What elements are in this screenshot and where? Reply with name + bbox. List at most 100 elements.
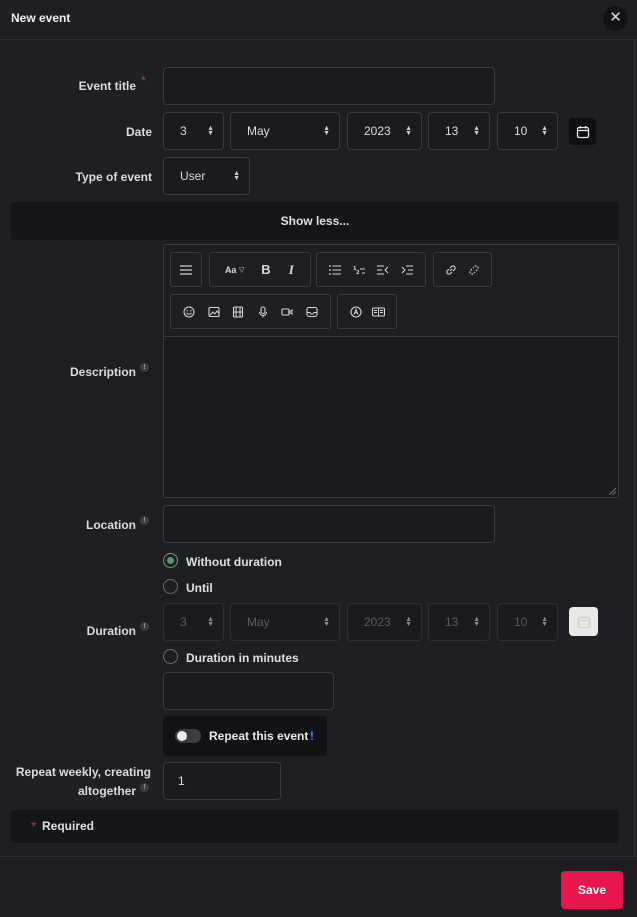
location-label: Location xyxy=(86,518,136,532)
menu-icon[interactable] xyxy=(177,261,195,279)
image-icon[interactable] xyxy=(205,303,223,321)
indent-icon[interactable] xyxy=(398,261,416,279)
type-of-event-label: Type of event xyxy=(75,170,152,184)
updown-caret-icon: ▲ ▼ xyxy=(473,125,480,137)
until-radio[interactable] xyxy=(163,579,178,594)
film-icon[interactable] xyxy=(229,303,247,321)
description-textarea[interactable] xyxy=(164,337,618,497)
until-label: Until xyxy=(186,581,213,595)
event-title-input[interactable] xyxy=(163,67,495,105)
repeat-event-box: Repeat this event ! xyxy=(163,716,327,756)
updown-caret-icon: ▲ ▼ xyxy=(207,616,214,628)
info-icon[interactable]: ! xyxy=(310,729,314,743)
toolbar-group-toggle xyxy=(170,252,202,287)
until-year-select[interactable]: 2023 ▲ ▼ xyxy=(347,603,422,641)
bold-icon[interactable]: B xyxy=(257,261,275,279)
html-icon[interactable] xyxy=(370,303,388,321)
calendar-icon xyxy=(577,616,590,628)
updown-caret-icon: ▲ ▼ xyxy=(323,125,330,137)
unordered-list-icon[interactable] xyxy=(326,261,344,279)
until-day-select[interactable]: 3 ▲ ▼ xyxy=(163,603,224,641)
show-less-button[interactable]: Show less... xyxy=(11,202,619,240)
date-hour-select[interactable]: 13 ▲ ▼ xyxy=(428,112,490,150)
toolbar-group-lists: 12 xyxy=(316,252,426,287)
date-minute-select[interactable]: 10 ▲ ▼ xyxy=(497,112,558,150)
updown-caret-icon: ▲ ▼ xyxy=(473,616,480,628)
editor-toolbar: Aa ▽ B I 12 xyxy=(164,245,618,337)
until-hour-value: 13 xyxy=(445,615,459,629)
until-minute-select[interactable]: 10 ▲ ▼ xyxy=(497,603,558,641)
date-hour-value: 13 xyxy=(445,124,459,138)
close-button[interactable]: ✕ xyxy=(603,6,628,31)
duration-minutes-radio[interactable] xyxy=(163,649,178,664)
info-icon[interactable]: ! xyxy=(140,622,149,631)
description-editor: Aa ▽ B I 12 xyxy=(163,244,619,498)
calendar-icon xyxy=(576,125,589,138)
until-year-value: 2023 xyxy=(364,615,391,629)
duration-minutes-label: Duration in minutes xyxy=(186,651,299,665)
until-month-select[interactable]: May ▲ ▼ xyxy=(230,603,340,641)
toolbar-group-tools xyxy=(337,294,397,329)
dialog-footer: Save xyxy=(0,856,637,917)
date-day-select[interactable]: 3 ▲ ▼ xyxy=(163,112,224,150)
svg-text:2: 2 xyxy=(356,270,360,275)
repeat-weekly-label-line1: Repeat weekly, creating xyxy=(15,765,151,779)
show-less-label: Show less... xyxy=(280,214,350,228)
updown-caret-icon: ▲ ▼ xyxy=(405,125,412,137)
until-calendar-button[interactable] xyxy=(569,607,598,636)
toolbar-group-text: Aa ▽ B I xyxy=(209,252,311,287)
until-month-value: May xyxy=(247,615,270,629)
required-note-text: Required xyxy=(42,819,95,833)
microphone-icon[interactable] xyxy=(254,303,272,321)
italic-icon[interactable]: I xyxy=(282,261,300,279)
info-icon[interactable]: ! xyxy=(140,783,149,792)
without-duration-radio[interactable] xyxy=(163,553,178,568)
dialog-header: New event ✕ xyxy=(0,0,637,40)
until-day-value: 3 xyxy=(180,615,187,629)
required-note-bar: * Required xyxy=(11,810,619,843)
outdent-icon[interactable] xyxy=(374,261,392,279)
close-icon: ✕ xyxy=(609,9,622,26)
repeat-weekly-input[interactable] xyxy=(163,762,281,800)
updown-caret-icon: ▲ ▼ xyxy=(541,616,548,628)
ordered-list-icon[interactable]: 12 xyxy=(350,261,368,279)
dialog-title: New event xyxy=(11,11,71,25)
video-icon[interactable] xyxy=(278,303,296,321)
date-month-select[interactable]: May ▲ ▼ xyxy=(230,112,340,150)
date-year-value: 2023 xyxy=(364,124,391,138)
toolbar-group-media xyxy=(170,294,331,329)
info-icon[interactable]: ! xyxy=(140,363,149,372)
date-calendar-button[interactable] xyxy=(569,118,596,145)
until-hour-select[interactable]: 13 ▲ ▼ xyxy=(428,603,490,641)
updown-caret-icon: ▲ ▼ xyxy=(405,616,412,628)
save-button[interactable]: Save xyxy=(561,871,623,909)
link-icon[interactable] xyxy=(442,261,460,279)
repeat-event-label: Repeat this event xyxy=(209,729,309,743)
updown-caret-icon: ▲ ▼ xyxy=(207,125,214,137)
inbox-icon[interactable] xyxy=(303,303,321,321)
date-month-value: May xyxy=(247,124,270,138)
scrollbar[interactable] xyxy=(633,40,636,856)
toolbar-group-links xyxy=(433,252,492,287)
repeat-event-toggle[interactable] xyxy=(175,729,201,743)
location-input[interactable] xyxy=(163,505,495,543)
type-of-event-select[interactable]: User ▲ ▼ xyxy=(163,157,250,195)
unlink-icon[interactable] xyxy=(465,261,483,279)
required-star: * xyxy=(141,73,147,88)
font-size-icon[interactable]: Aa ▽ xyxy=(220,261,250,279)
accessibility-check-icon[interactable] xyxy=(347,303,365,321)
duration-label: Duration xyxy=(86,624,136,638)
type-of-event-value: User xyxy=(180,169,206,183)
emoji-icon[interactable] xyxy=(180,303,198,321)
date-minute-value: 10 xyxy=(514,124,528,138)
until-minute-value: 10 xyxy=(514,615,528,629)
info-icon[interactable]: ! xyxy=(140,516,149,525)
event-title-label: Event title xyxy=(78,79,136,93)
updown-caret-icon: ▲ ▼ xyxy=(233,170,240,182)
date-year-select[interactable]: 2023 ▲ ▼ xyxy=(347,112,422,150)
required-star: * xyxy=(31,818,37,834)
updown-caret-icon: ▲ ▼ xyxy=(541,125,548,137)
duration-minutes-input[interactable] xyxy=(163,672,334,710)
repeat-weekly-label-line2: altogether xyxy=(77,784,136,798)
resize-handle-icon[interactable] xyxy=(608,487,616,495)
